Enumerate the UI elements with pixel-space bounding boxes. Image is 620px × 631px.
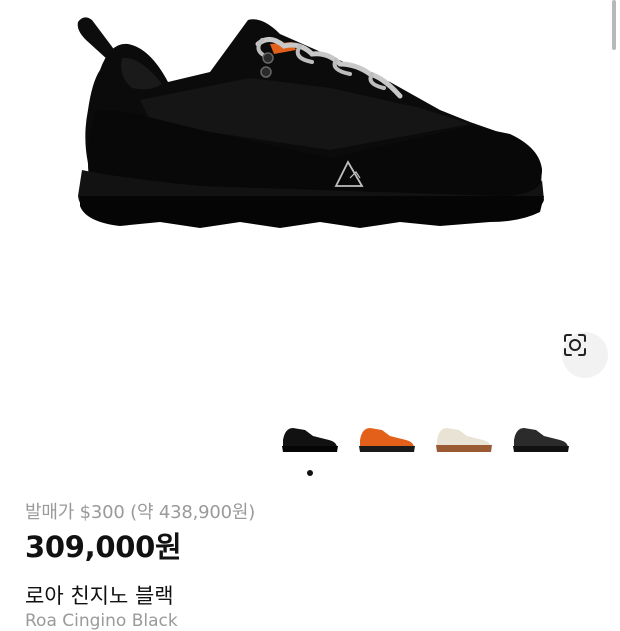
shoe-thumbnail-image: [513, 428, 569, 452]
thumbnail-cream-brown[interactable]: [433, 418, 495, 454]
product-name-korean: 로아 친지노 블랙: [25, 584, 174, 608]
shoe-thumbnail-image: [436, 428, 492, 452]
thumbnail-dark-grey[interactable]: [510, 418, 572, 454]
visual-search-icon: [564, 334, 586, 356]
product-name-english: Roa Cingino Black: [25, 611, 178, 631]
thumbnail-black[interactable]: [279, 418, 341, 454]
shoe-thumbnail-image: [282, 428, 338, 452]
product-image: [0, 0, 620, 400]
sale-price: 309,000원: [25, 530, 182, 564]
release-price: 발매가 $300 (약 438,900원): [25, 502, 256, 523]
shoe-illustration: [77, 17, 544, 228]
color-variant-thumbnails: [0, 410, 620, 460]
thumbnail-orange[interactable]: [356, 418, 418, 454]
visual-search-button[interactable]: [562, 332, 608, 378]
shoe-thumbnail-image: [359, 428, 415, 452]
carousel-page-indicator: [307, 470, 313, 476]
